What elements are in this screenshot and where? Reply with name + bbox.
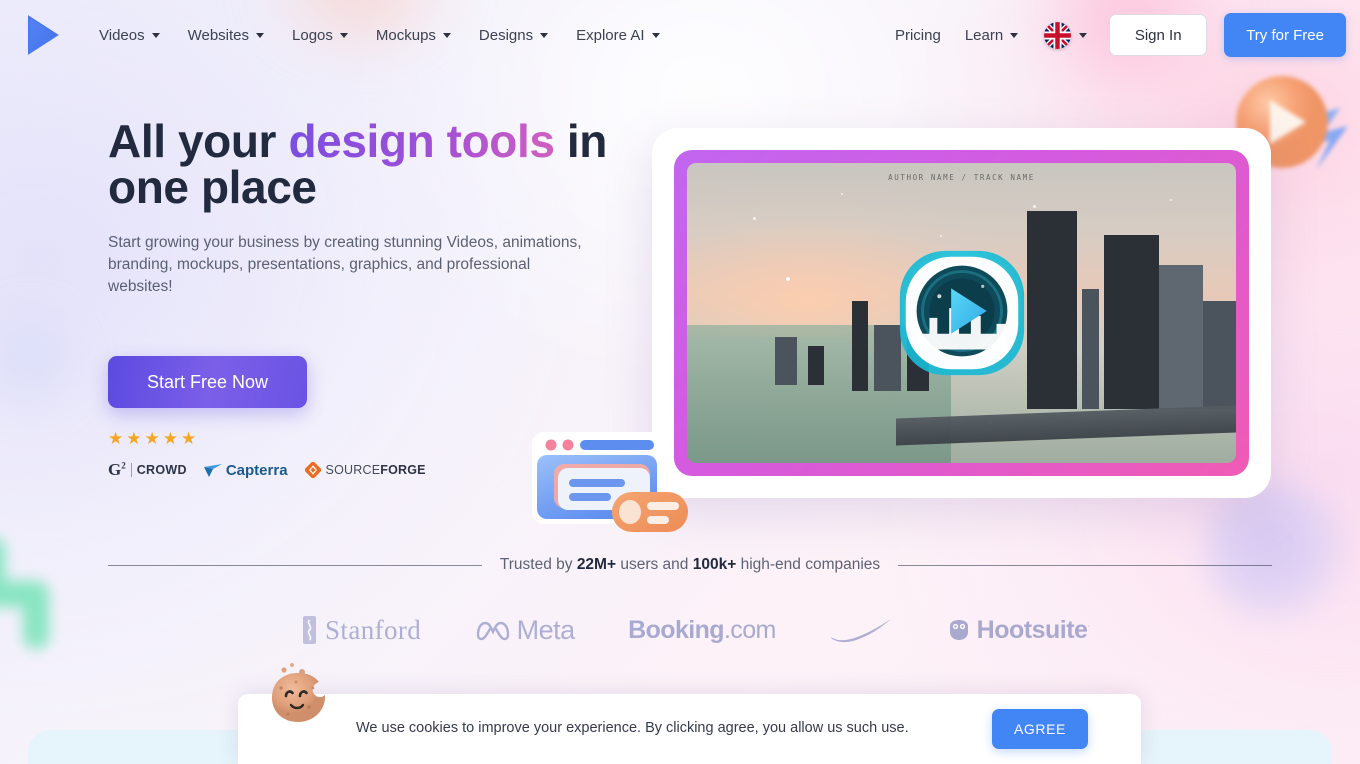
decorative-blob-blue-left	[0, 300, 90, 420]
star-speck	[785, 277, 790, 281]
stanford-seal-icon	[303, 616, 316, 644]
divider	[130, 463, 132, 477]
hero-title-accent: design tools	[288, 115, 555, 167]
meta-label: Meta	[516, 614, 576, 645]
g2-logo-icon: G2	[108, 460, 126, 479]
play-button-overlay[interactable]	[888, 239, 1036, 387]
skyline-building	[1203, 301, 1236, 409]
site-header: Videos Websites Logos Mockups Designs Ex…	[0, 0, 1360, 70]
sourceforge-label: SOURCEFORGE	[325, 463, 426, 477]
stanford-label: Stanford	[325, 614, 422, 645]
chevron-down-icon	[651, 32, 660, 38]
skyline-building	[774, 337, 797, 385]
divider-line-left	[108, 564, 482, 566]
chevron-down-icon	[151, 32, 160, 38]
video-frame-border: AUTHOR NAME / TRACK NAME	[674, 150, 1249, 476]
header-actions: Pricing Learn Sign In Try for Free	[883, 13, 1346, 57]
cookie-message: We use cookies to improve your experienc…	[356, 720, 909, 737]
page-title: All your design tools in one place	[108, 118, 628, 210]
try-for-free-button[interactable]: Try for Free	[1224, 13, 1346, 57]
nav-item-websites[interactable]: Websites	[174, 21, 278, 50]
client-logo-stanford: Stanford	[300, 615, 421, 646]
brand-logo-icon[interactable]	[22, 13, 62, 57]
decorative-green-zigzag	[0, 508, 108, 658]
nav-item-label: Mockups	[375, 26, 436, 44]
nav-item-label: Logos	[292, 26, 333, 44]
star-icon: ★	[108, 429, 124, 448]
chevron-down-icon	[442, 32, 451, 38]
skyline-building	[1082, 289, 1099, 409]
divider-line-right	[898, 564, 1273, 566]
sign-in-button[interactable]: Sign In	[1109, 14, 1208, 56]
cookie-agree-button[interactable]: AGREE	[992, 709, 1088, 749]
sourceforge-logo-icon	[304, 462, 321, 478]
hero-subtitle: Start growing your business by creating …	[108, 234, 582, 295]
nav-item-designs[interactable]: Designs	[465, 21, 562, 50]
hootsuite-label: Hootsuite·	[976, 615, 1091, 644]
language-switcher[interactable]	[1030, 16, 1097, 55]
meta-infinity-icon	[476, 621, 509, 641]
cookie-icon	[272, 663, 326, 722]
capterra-label: Capterra	[225, 461, 288, 479]
hero-title-part1: All your	[108, 115, 289, 167]
star-speck	[840, 193, 843, 195]
star-icon: ★	[181, 429, 197, 448]
nav-item-logos[interactable]: Logos	[278, 21, 362, 50]
decorative-blob-purple-right	[1202, 478, 1352, 628]
skyline-building	[1104, 235, 1160, 409]
badge-g2-crowd[interactable]: G2 CROWD	[108, 460, 187, 480]
skyline-building	[1159, 265, 1204, 409]
primary-navigation: Videos Websites Logos Mockups Designs Ex…	[85, 21, 674, 50]
star-speck	[1032, 205, 1036, 208]
badge-sourceforge[interactable]: SOURCEFORGE	[304, 462, 426, 478]
booking-label: Booking.com	[628, 615, 776, 644]
trusted-by-row: Trusted by 22M+ users and 100k+ high-end…	[108, 556, 1273, 574]
skyline-building	[807, 346, 825, 385]
track-label: AUTHOR NAME / TRACK NAME	[888, 173, 1035, 182]
star-icon: ★	[126, 429, 142, 448]
capterra-logo-icon	[203, 463, 222, 477]
hootsuite-owl-icon	[949, 620, 968, 640]
chevron-down-icon	[339, 32, 348, 38]
nav-item-explore-ai[interactable]: Explore AI	[562, 21, 673, 50]
star-rating: ★ ★ ★ ★ ★	[108, 430, 628, 447]
g2-crowd-label: CROWD	[136, 463, 187, 477]
chevron-down-icon	[540, 32, 549, 38]
learn-label: Learn	[964, 26, 1004, 44]
client-logo-booking: Booking.com	[628, 616, 776, 645]
client-logo-meta: Meta	[475, 615, 575, 646]
star-icon: ★	[144, 429, 160, 448]
nav-item-mockups[interactable]: Mockups	[362, 21, 465, 50]
nav-item-label: Explore AI	[576, 26, 645, 44]
star-speck	[752, 217, 756, 220]
users-count: 22M+	[576, 556, 617, 573]
hero-content: All your design tools in one place Start…	[108, 118, 628, 480]
video-player-mockup: AUTHOR NAME / TRACK NAME	[652, 128, 1271, 498]
nav-item-pricing[interactable]: Pricing	[883, 21, 953, 50]
nav-item-label: Designs	[478, 26, 534, 44]
skyline-building	[851, 301, 869, 391]
cookie-consent-banner: We use cookies to improve your experienc…	[238, 663, 1141, 764]
client-logo-nike	[829, 617, 893, 643]
trusted-by-text: Trusted by 22M+ users and 100k+ high-end…	[499, 556, 881, 573]
start-free-now-button[interactable]: Start Free Now	[108, 356, 307, 408]
nav-item-label: Websites	[187, 26, 250, 44]
chevron-down-icon	[1079, 32, 1088, 38]
nav-item-videos[interactable]: Videos	[85, 21, 174, 50]
video-screen: AUTHOR NAME / TRACK NAME	[687, 163, 1236, 463]
review-site-badges: G2 CROWD Capterra SOURCEFORGE	[108, 460, 628, 480]
chevron-down-icon	[1010, 32, 1019, 38]
companies-count: 100k+	[692, 556, 737, 573]
nike-swoosh-icon	[831, 619, 892, 643]
star-speck	[939, 235, 942, 237]
badge-capterra[interactable]: Capterra	[203, 461, 288, 479]
client-logo-hootsuite: Hootsuite·	[947, 616, 1090, 645]
chevron-down-icon	[256, 32, 265, 38]
united-kingdom-flag-icon	[1044, 21, 1072, 49]
pricing-label: Pricing	[894, 26, 941, 44]
nav-item-learn[interactable]: Learn	[953, 21, 1030, 50]
nav-item-label: Videos	[99, 26, 145, 44]
client-logos-row: Stanford Meta Booking.com Hootsuite·	[300, 604, 1090, 656]
star-icon: ★	[162, 429, 178, 448]
